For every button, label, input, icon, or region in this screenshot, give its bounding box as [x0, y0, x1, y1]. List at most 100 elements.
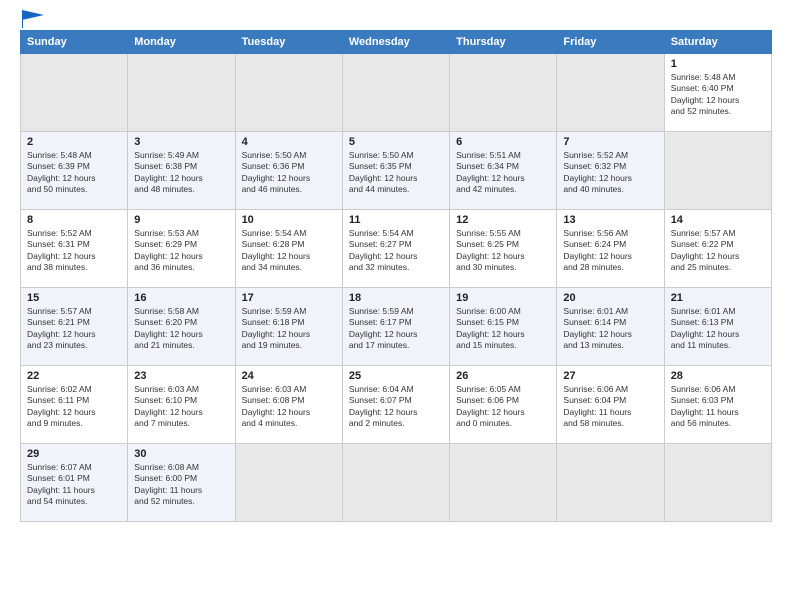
day-number: 24	[242, 370, 336, 382]
day-detail: Sunrise: 6:04 AM Sunset: 6:07 PM Dayligh…	[349, 384, 443, 430]
day-detail: Sunrise: 6:03 AM Sunset: 6:10 PM Dayligh…	[134, 384, 228, 430]
table-row: 25 Sunrise: 6:04 AM Sunset: 6:07 PM Dayli…	[342, 366, 449, 444]
table-row: 13 Sunrise: 5:56 AM Sunset: 6:24 PM Dayli…	[557, 210, 664, 288]
table-row: 12 Sunrise: 5:55 AM Sunset: 6:25 PM Dayli…	[450, 210, 557, 288]
day-detail: Sunrise: 6:00 AM Sunset: 6:15 PM Dayligh…	[456, 306, 550, 352]
day-number: 25	[349, 370, 443, 382]
col-saturday: Saturday	[664, 31, 771, 54]
logo	[20, 18, 44, 24]
day-number: 15	[27, 292, 121, 304]
col-wednesday: Wednesday	[342, 31, 449, 54]
table-row: 4Sunrise: 5:50 AM Sunset: 6:36 PM Daylig…	[235, 132, 342, 210]
table-row: 11Sunrise: 5:54 AM Sunset: 6:27 PM Dayli…	[342, 210, 449, 288]
header	[20, 18, 772, 24]
day-number: 19	[456, 292, 550, 304]
col-monday: Monday	[128, 31, 235, 54]
day-detail: Sunrise: 6:07 AM Sunset: 6:01 PM Dayligh…	[27, 462, 121, 508]
col-tuesday: Tuesday	[235, 31, 342, 54]
day-number: 2	[27, 136, 121, 148]
day-detail: Sunrise: 6:08 AM Sunset: 6:00 PM Dayligh…	[134, 462, 228, 508]
calendar-week-row: 2 Sunrise: 5:48 AM Sunset: 6:39 PM Daylig…	[21, 132, 772, 210]
table-row: 27Sunrise: 6:06 AM Sunset: 6:04 PM Dayli…	[557, 366, 664, 444]
table-row: 1 Sunrise: 5:48 AM Sunset: 6:40 PM Daylig…	[664, 54, 771, 132]
table-row: 26 Sunrise: 6:05 AM Sunset: 6:06 PM Dayli…	[450, 366, 557, 444]
day-detail: Sunrise: 5:50 AM Sunset: 6:36 PM Dayligh…	[242, 150, 336, 196]
table-row: 18 Sunrise: 5:59 AM Sunset: 6:17 PM Dayli…	[342, 288, 449, 366]
day-detail: Sunrise: 6:01 AM Sunset: 6:13 PM Dayligh…	[671, 306, 765, 352]
day-detail: Sunrise: 5:52 AM Sunset: 6:32 PM Dayligh…	[563, 150, 657, 196]
table-row	[21, 54, 128, 132]
table-row: 29 Sunrise: 6:07 AM Sunset: 6:01 PM Dayli…	[21, 444, 128, 522]
day-detail: Sunrise: 5:49 AM Sunset: 6:38 PM Dayligh…	[134, 150, 228, 196]
table-row: 6Sunrise: 5:51 AM Sunset: 6:34 PM Daylig…	[450, 132, 557, 210]
table-row: 22 Sunrise: 6:02 AM Sunset: 6:11 PM Dayli…	[21, 366, 128, 444]
page: Sunday Monday Tuesday Wednesday Thursday…	[0, 0, 792, 612]
day-detail: Sunrise: 6:06 AM Sunset: 6:03 PM Dayligh…	[671, 384, 765, 430]
col-friday: Friday	[557, 31, 664, 54]
day-number: 26	[456, 370, 550, 382]
day-number: 12	[456, 214, 550, 226]
day-number: 17	[242, 292, 336, 304]
table-row: 3 Sunrise: 5:49 AM Sunset: 6:38 PM Daylig…	[128, 132, 235, 210]
day-detail: Sunrise: 5:55 AM Sunset: 6:25 PM Dayligh…	[456, 228, 550, 274]
day-number: 20	[563, 292, 657, 304]
day-detail: Sunrise: 5:58 AM Sunset: 6:20 PM Dayligh…	[134, 306, 228, 352]
table-row: 9 Sunrise: 5:53 AM Sunset: 6:29 PM Daylig…	[128, 210, 235, 288]
table-row	[342, 54, 449, 132]
day-number: 28	[671, 370, 765, 382]
day-number: 10	[242, 214, 336, 226]
day-number: 23	[134, 370, 228, 382]
day-number: 8	[27, 214, 121, 226]
day-detail: Sunrise: 6:01 AM Sunset: 6:14 PM Dayligh…	[563, 306, 657, 352]
table-row: 16 Sunrise: 5:58 AM Sunset: 6:20 PM Dayli…	[128, 288, 235, 366]
table-row: 8 Sunrise: 5:52 AM Sunset: 6:31 PM Daylig…	[21, 210, 128, 288]
day-number: 30	[134, 448, 228, 460]
day-detail: Sunrise: 6:06 AM Sunset: 6:04 PM Dayligh…	[563, 384, 657, 430]
table-row	[557, 444, 664, 522]
day-number: 3	[134, 136, 228, 148]
table-row	[664, 132, 771, 210]
table-row: 2 Sunrise: 5:48 AM Sunset: 6:39 PM Daylig…	[21, 132, 128, 210]
day-detail: Sunrise: 5:48 AM Sunset: 6:39 PM Dayligh…	[27, 150, 121, 196]
day-number: 16	[134, 292, 228, 304]
table-row: 15 Sunrise: 5:57 AM Sunset: 6:21 PM Dayli…	[21, 288, 128, 366]
day-detail: Sunrise: 5:52 AM Sunset: 6:31 PM Dayligh…	[27, 228, 121, 274]
calendar-table: Sunday Monday Tuesday Wednesday Thursday…	[20, 30, 772, 522]
table-row	[342, 444, 449, 522]
day-detail: Sunrise: 5:54 AM Sunset: 6:27 PM Dayligh…	[349, 228, 443, 274]
day-number: 1	[671, 58, 765, 70]
table-row	[450, 444, 557, 522]
day-detail: Sunrise: 5:56 AM Sunset: 6:24 PM Dayligh…	[563, 228, 657, 274]
day-detail: Sunrise: 6:02 AM Sunset: 6:11 PM Dayligh…	[27, 384, 121, 430]
day-number: 29	[27, 448, 121, 460]
table-row	[450, 54, 557, 132]
day-detail: Sunrise: 5:53 AM Sunset: 6:29 PM Dayligh…	[134, 228, 228, 274]
day-number: 9	[134, 214, 228, 226]
calendar-week-row: 1 Sunrise: 5:48 AM Sunset: 6:40 PM Daylig…	[21, 54, 772, 132]
table-row: 17Sunrise: 5:59 AM Sunset: 6:18 PM Dayli…	[235, 288, 342, 366]
day-detail: Sunrise: 5:54 AM Sunset: 6:28 PM Dayligh…	[242, 228, 336, 274]
calendar-week-row: 29 Sunrise: 6:07 AM Sunset: 6:01 PM Dayli…	[21, 444, 772, 522]
table-row: 14Sunrise: 5:57 AM Sunset: 6:22 PM Dayli…	[664, 210, 771, 288]
table-row	[235, 444, 342, 522]
calendar-header-row: Sunday Monday Tuesday Wednesday Thursday…	[21, 31, 772, 54]
day-detail: Sunrise: 5:57 AM Sunset: 6:21 PM Dayligh…	[27, 306, 121, 352]
day-number: 18	[349, 292, 443, 304]
table-row: 23 Sunrise: 6:03 AM Sunset: 6:10 PM Dayli…	[128, 366, 235, 444]
day-detail: Sunrise: 5:48 AM Sunset: 6:40 PM Dayligh…	[671, 72, 765, 118]
table-row: 5Sunrise: 5:50 AM Sunset: 6:35 PM Daylig…	[342, 132, 449, 210]
day-detail: Sunrise: 5:57 AM Sunset: 6:22 PM Dayligh…	[671, 228, 765, 274]
table-row: 24Sunrise: 6:03 AM Sunset: 6:08 PM Dayli…	[235, 366, 342, 444]
table-row	[235, 54, 342, 132]
day-number: 13	[563, 214, 657, 226]
col-sunday: Sunday	[21, 31, 128, 54]
day-number: 22	[27, 370, 121, 382]
day-number: 6	[456, 136, 550, 148]
table-row: 19 Sunrise: 6:00 AM Sunset: 6:15 PM Dayli…	[450, 288, 557, 366]
table-row: 20 Sunrise: 6:01 AM Sunset: 6:14 PM Dayli…	[557, 288, 664, 366]
day-detail: Sunrise: 5:50 AM Sunset: 6:35 PM Dayligh…	[349, 150, 443, 196]
day-detail: Sunrise: 5:59 AM Sunset: 6:17 PM Dayligh…	[349, 306, 443, 352]
table-row	[664, 444, 771, 522]
day-number: 21	[671, 292, 765, 304]
day-detail: Sunrise: 6:05 AM Sunset: 6:06 PM Dayligh…	[456, 384, 550, 430]
